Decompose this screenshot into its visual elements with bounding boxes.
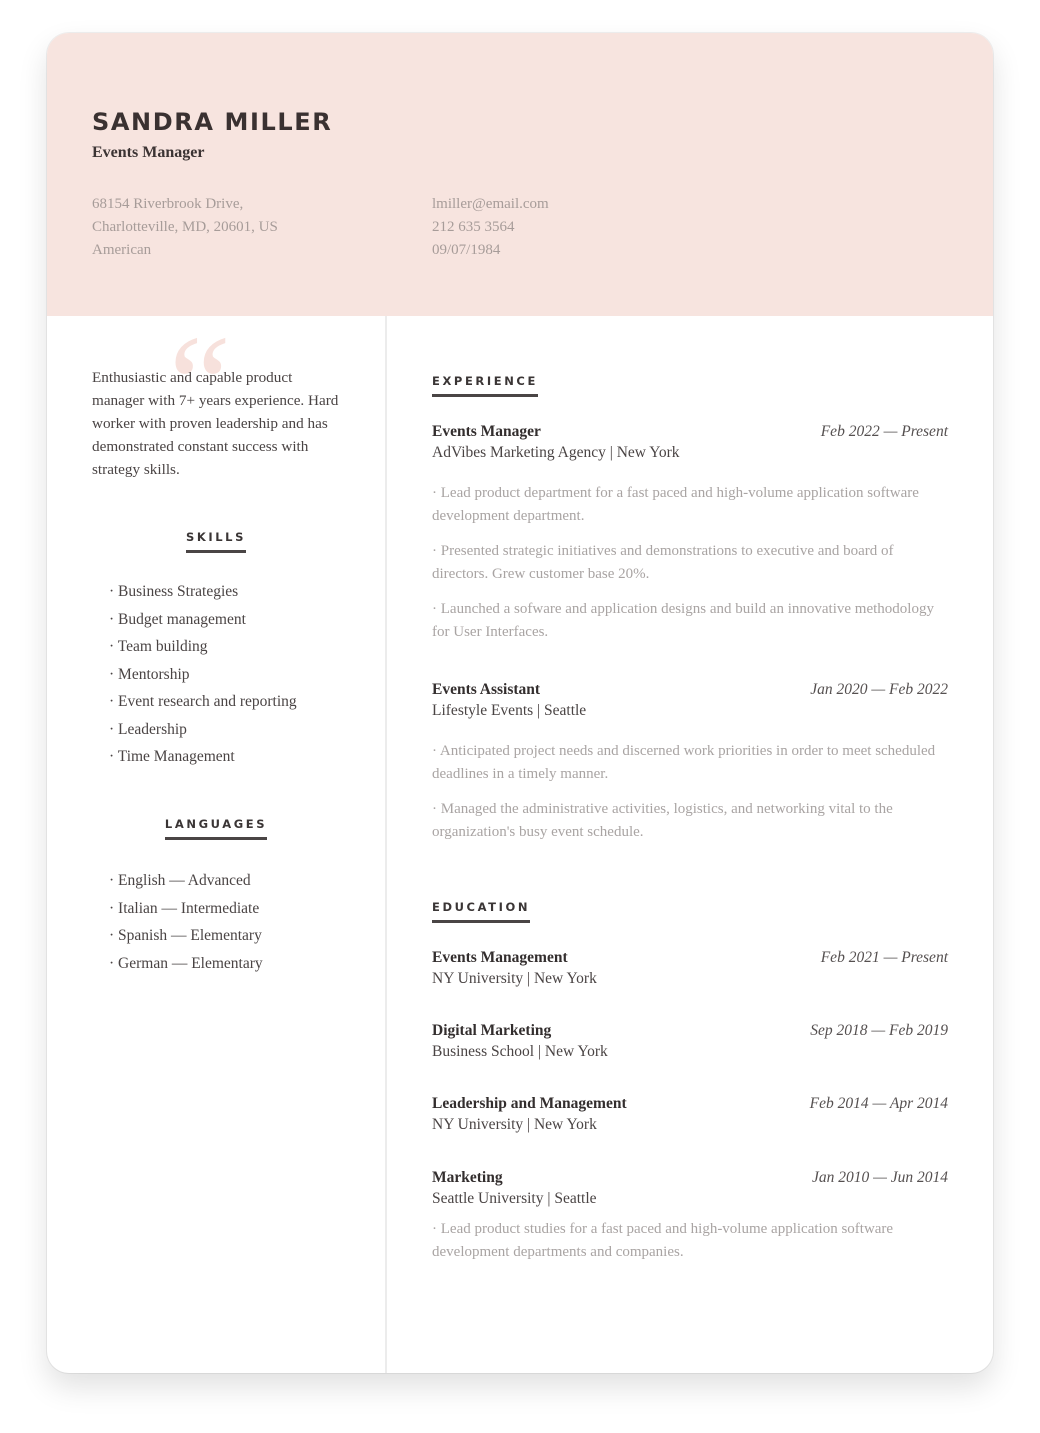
email: lmiller@email.com — [432, 196, 549, 212]
degree-dates: Feb 2021 — Present — [820, 949, 948, 966]
resume-card: SANDRA MILLER Events Manager 68154 River… — [47, 33, 993, 1373]
profile-summary: Enthusiastic and capable product manager… — [92, 369, 339, 478]
skill-item: Budget management — [109, 606, 297, 634]
education-entry: Leadership and Management Feb 2014 — Apr… — [432, 1095, 948, 1136]
language-item: Spanish — Elementary — [109, 922, 263, 950]
education-entry: Digital Marketing Sep 2018 — Feb 2019 Bu… — [432, 1022, 948, 1063]
job-org: AdVibes Marketing Agency | New York — [432, 444, 680, 461]
address-block: 68154 Riverbrook Drive, Charlotteville, … — [92, 193, 278, 262]
birthdate: 09/07/1984 — [432, 242, 501, 258]
job-dates: Feb 2022 — Present — [820, 423, 948, 440]
degree-org: Seattle University | Seattle — [432, 1190, 597, 1207]
job-dates: Jan 2020 — Feb 2022 — [810, 681, 948, 698]
job-bullet: · Anticipated project needs and discerne… — [432, 743, 936, 782]
nationality: American — [92, 242, 152, 258]
job-org: Lifestyle Events | Seattle — [432, 702, 587, 719]
job-bullet: · Managed the administrative activities,… — [432, 801, 893, 840]
language-item: German — Elementary — [109, 950, 263, 978]
languages-list: English — Advanced Italian — Intermediat… — [109, 867, 263, 977]
education-entry: Events Management Feb 2021 — Present NY … — [432, 949, 948, 990]
degree-title: Digital Marketing — [432, 1022, 552, 1039]
phone: 212 635 3564 — [432, 219, 515, 235]
education-entry: Marketing Jan 2010 — Jun 2014 Seattle Un… — [432, 1169, 948, 1276]
job-title: Events Manager — [432, 423, 541, 440]
degree-org: NY University | New York — [432, 1116, 597, 1133]
address-line-1: 68154 Riverbrook Drive, — [92, 196, 244, 212]
candidate-name: SANDRA MILLER — [92, 108, 333, 136]
job-bullets: · Lead product department for a fast pac… — [432, 482, 948, 644]
language-item: English — Advanced — [109, 867, 263, 895]
skill-item: Leadership — [109, 716, 297, 744]
degree-org: NY University | New York — [432, 970, 597, 987]
experience-entry: Events Assistant Jan 2020 — Feb 2022 Lif… — [432, 681, 948, 856]
address-line-2: Charlotteville, MD, 20601, US — [92, 219, 278, 235]
degree-title: Events Management — [432, 949, 568, 966]
skills-list: Business Strategies Budget management Te… — [109, 578, 297, 771]
skill-item: Mentorship — [109, 661, 297, 689]
candidate-role: Events Manager — [92, 144, 205, 161]
degree-title: Leadership and Management — [432, 1095, 627, 1112]
degree-bullets: · Lead product studies for a fast paced … — [432, 1218, 948, 1264]
job-bullet: · Lead product department for a fast pac… — [432, 485, 919, 524]
education-heading: EDUCATION — [432, 898, 531, 923]
skill-item: Team building — [109, 633, 297, 661]
degree-dates: Sep 2018 — Feb 2019 — [810, 1022, 948, 1039]
column-divider — [385, 316, 387, 1373]
degree-dates: Feb 2014 — Apr 2014 — [809, 1095, 948, 1112]
skills-heading: SKILLS — [47, 528, 385, 553]
resume-header: SANDRA MILLER Events Manager 68154 River… — [47, 33, 993, 316]
contact-block: lmiller@email.com 212 635 3564 09/07/198… — [432, 193, 549, 262]
skill-item: Business Strategies — [109, 578, 297, 606]
skill-item: Event research and reporting — [109, 688, 297, 716]
job-bullet: · Launched a sofware and application des… — [432, 601, 934, 640]
job-bullets: · Anticipated project needs and discerne… — [432, 740, 948, 844]
languages-heading: LANGUAGES — [47, 815, 385, 840]
job-bullet: · Presented strategic initiatives and de… — [432, 543, 894, 582]
degree-dates: Jan 2010 — Jun 2014 — [811, 1169, 948, 1186]
degree-bullet: · Lead product studies for a fast paced … — [432, 1221, 894, 1260]
job-title: Events Assistant — [432, 681, 541, 698]
experience-heading: EXPERIENCE — [432, 372, 538, 397]
degree-title: Marketing — [432, 1169, 503, 1186]
degree-org: Business School | New York — [432, 1043, 608, 1060]
language-item: Italian — Intermediate — [109, 895, 263, 923]
experience-entry: Events Manager Feb 2022 — Present AdVibe… — [432, 423, 948, 656]
skill-item: Time Management — [109, 743, 297, 771]
